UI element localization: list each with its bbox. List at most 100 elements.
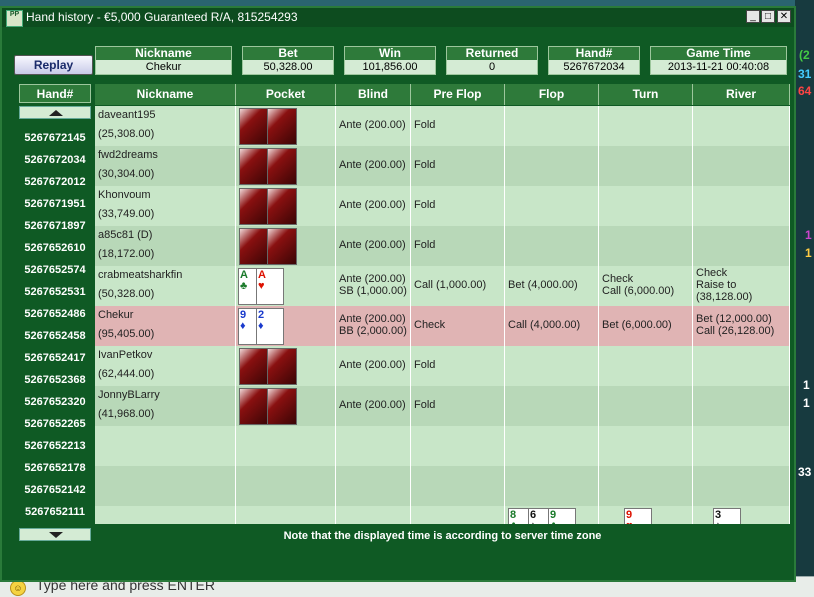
hand-list-item[interactable]: 5267652265 xyxy=(19,414,91,434)
table-row[interactable]: crabmeatsharkfin (50,328.00) A ♣ A ♥ Ante (200… xyxy=(95,266,790,306)
info-label: Hand# xyxy=(549,47,639,60)
info-bet: Bet 50,328.00 xyxy=(242,46,334,75)
playing-card: A ♥ xyxy=(256,268,284,305)
river-action: Raise to xyxy=(696,279,737,291)
info-value: Chekur xyxy=(96,60,231,74)
info-label: Bet xyxy=(243,47,333,60)
maximize-button[interactable]: □ xyxy=(761,10,775,23)
scroll-up-button[interactable] xyxy=(19,106,91,119)
hand-list-item[interactable]: 5267671897 xyxy=(19,216,91,236)
hand-list-item[interactable]: 5267672034 xyxy=(19,150,91,170)
blind-action: Ante (200.00) xyxy=(339,199,406,211)
table-row[interactable]: daveant195 (25,308.00) Ante (200.00) Fold xyxy=(95,106,790,146)
blind-action: Ante (200.00) xyxy=(339,239,406,251)
table-row[interactable]: a85c81 (D) (18,172.00) Ante (200.00) Fold xyxy=(95,226,790,266)
hand-list-item[interactable]: 5267672012 xyxy=(19,172,91,192)
title-bar[interactable]: PP Hand history - €5,000 Guaranteed R/A,… xyxy=(2,8,794,27)
card-back-icon xyxy=(267,148,297,185)
info-nickname: Nickname Chekur xyxy=(95,46,232,75)
info-value: 5267672034 xyxy=(549,60,639,74)
card-back-icon xyxy=(239,228,269,265)
empty-row xyxy=(95,426,790,466)
card-back-icon xyxy=(267,108,297,145)
preflop-action: Fold xyxy=(414,239,436,251)
hand-list-item[interactable]: 5267652417 xyxy=(19,348,91,368)
info-value: 2013-11-21 00:40:08 xyxy=(651,60,786,74)
arrow-up-icon xyxy=(49,110,63,116)
hand-list-item[interactable]: 5267652531 xyxy=(19,282,91,302)
hand-list-item[interactable]: 5267652574 xyxy=(19,260,91,280)
info-hand-number: Hand# 5267672034 xyxy=(548,46,640,75)
hand-list-item[interactable]: 5267652610 xyxy=(19,238,91,258)
hand-list-item[interactable]: 5267652368 xyxy=(19,370,91,390)
card-back-icon xyxy=(267,348,297,385)
card-back-icon xyxy=(267,188,297,225)
card-back-icon xyxy=(239,148,269,185)
col-header-pocket: Pocket xyxy=(236,84,336,105)
card-back-icon xyxy=(239,188,269,225)
app-logo-icon: PP xyxy=(6,10,23,27)
preflop-action: Call (1,000.00) xyxy=(414,279,487,291)
blind-action: Ante (200.00) xyxy=(339,313,406,325)
table-row[interactable]: JonnyBLarry (41,968.00) Ante (200.00) Fold xyxy=(95,386,790,426)
scroll-down-button[interactable] xyxy=(19,528,91,541)
side-number: 1 xyxy=(803,396,810,410)
side-number: 31 xyxy=(798,67,812,81)
info-game-time: Game Time 2013-11-21 00:40:08 xyxy=(650,46,787,75)
empty-row xyxy=(95,466,790,506)
flop-action: Call (4,000.00) xyxy=(508,319,581,331)
hand-list-item[interactable]: 5267652458 xyxy=(19,326,91,346)
hand-list-item[interactable]: 5267652142 xyxy=(19,480,91,500)
player-nickname: Chekur xyxy=(98,309,134,321)
info-label: Win xyxy=(345,47,435,60)
smiley-icon[interactable]: ☺ xyxy=(10,580,26,596)
player-nickname: crabmeatsharkfin xyxy=(98,269,183,281)
card-back-icon xyxy=(239,348,269,385)
background-right-panel: (2 31 64 1 1 33 1 1 xyxy=(795,0,814,596)
card-suit-icon: ♦ xyxy=(258,320,264,332)
card-back-icon xyxy=(239,108,269,145)
info-value: 50,328.00 xyxy=(243,60,333,74)
player-nickname: JonnyBLarry xyxy=(98,389,160,401)
table-row[interactable]: IvanPetkov (62,444.00) Ante (200.00) Fold xyxy=(95,346,790,386)
hand-history-window: PP Hand history - €5,000 Guaranteed R/A,… xyxy=(0,6,796,582)
table-row[interactable]: Chekur (95,405.00) 9 ♦ 2 ♦ Ante (200.00) BB (2,… xyxy=(95,306,790,346)
river-action: Check xyxy=(696,267,728,279)
hand-list-item[interactable]: 5267652213 xyxy=(19,436,91,456)
minimize-button[interactable]: _ xyxy=(746,10,760,23)
preflop-action: Fold xyxy=(414,359,436,371)
preflop-action: Fold xyxy=(414,199,436,211)
player-nickname: fwd2dreams xyxy=(98,149,158,161)
close-button[interactable]: ✕ xyxy=(777,10,791,23)
hand-list: Hand# 5267672145 5267672034 5267672012 5267… xyxy=(19,84,91,544)
hand-list-item[interactable]: 5267652111 xyxy=(19,502,91,522)
col-header-preflop: Pre Flop xyxy=(411,84,505,105)
col-header-blind: Blind xyxy=(336,84,411,105)
col-header-turn: Turn xyxy=(599,84,693,105)
side-number: 33 xyxy=(798,465,812,479)
hand-list-item[interactable]: 5267672145 xyxy=(19,128,91,148)
player-stack: (25,308.00) xyxy=(98,128,155,140)
player-stack: (62,444.00) xyxy=(98,368,155,380)
arrow-down-icon xyxy=(49,532,63,538)
player-nickname: IvanPetkov xyxy=(98,349,153,361)
blind-action: Ante (200.00) xyxy=(339,273,406,285)
side-number: 64 xyxy=(798,84,812,98)
col-header-nickname: Nickname xyxy=(95,84,236,105)
preflop-action: Fold xyxy=(414,119,436,131)
info-value: 101,856.00 xyxy=(345,60,435,74)
info-label: Game Time xyxy=(651,47,786,60)
side-number: 1 xyxy=(803,378,810,392)
preflop-action: Fold xyxy=(414,159,436,171)
hand-list-item[interactable]: 5267652486 xyxy=(19,304,91,324)
side-number: 1 xyxy=(805,228,812,242)
hand-list-item[interactable]: 5267652320 xyxy=(19,392,91,412)
river-action: Call (26,128.00) xyxy=(696,325,775,337)
info-returned: Returned 0 xyxy=(446,46,538,75)
hand-list-item[interactable]: 5267671951 xyxy=(19,194,91,214)
replay-button[interactable]: Replay xyxy=(14,55,93,75)
blind-action: Ante (200.00) xyxy=(339,399,406,411)
table-row[interactable]: fwd2dreams (30,304.00) Ante (200.00) Fold xyxy=(95,146,790,186)
table-row[interactable]: Khonvoum (33,749.00) Ante (200.00) Fold xyxy=(95,186,790,226)
hand-list-item[interactable]: 5267652178 xyxy=(19,458,91,478)
